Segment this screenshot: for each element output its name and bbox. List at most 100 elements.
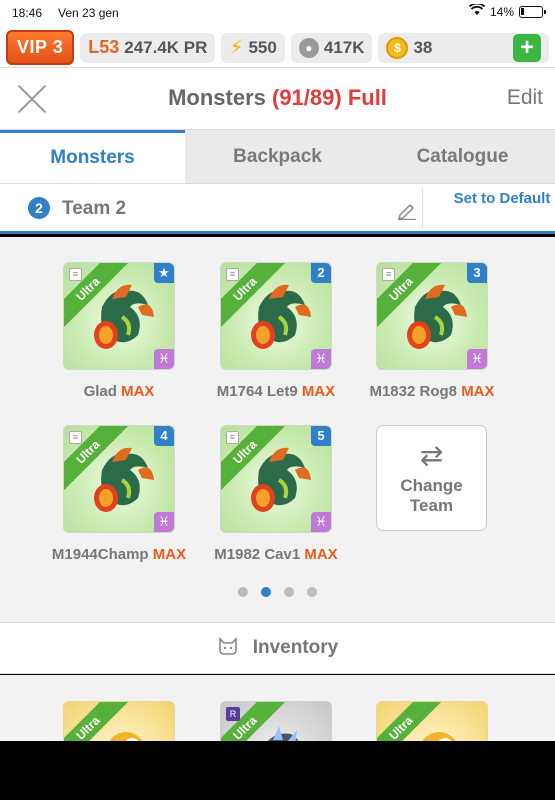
max-label: MAX — [301, 383, 336, 400]
tab-backpack[interactable]: Backpack — [185, 130, 370, 183]
cat-face-icon — [217, 636, 239, 661]
inventory-header: Inventory — [0, 622, 555, 674]
gold-coin-icon: $ — [386, 36, 409, 59]
dragon-monster-image — [82, 277, 162, 357]
energy-counter[interactable]: ⚡ 550 — [221, 32, 285, 63]
monster-name: M1832 Rog8 MAX — [347, 383, 517, 400]
info-icon: ≡ — [382, 268, 395, 281]
title-bar: Monsters (91/89) Full Edit — [0, 68, 555, 130]
team-name: Team 2 — [62, 198, 127, 219]
tab-monsters[interactable]: Monsters — [0, 130, 185, 183]
rare-badge: R — [226, 707, 240, 721]
player-stats[interactable]: L53 247.4K PR — [80, 32, 216, 63]
team-selector: 2 Team 2 Set to Default — [0, 184, 555, 234]
pisces-zodiac-icon: ♓ — [154, 349, 174, 369]
pencil-icon[interactable] — [396, 200, 418, 221]
monster-card[interactable]: ≡ Ultra 4 ♓ — [63, 425, 175, 533]
team-slot-1[interactable]: ≡ Ultra ★ ♓ Glad MAX — [63, 262, 175, 400]
change-team-button[interactable]: ⇄ Change Team — [376, 425, 487, 531]
vip-badge[interactable]: VIP 3 — [6, 30, 75, 65]
monster-card[interactable]: ≡ Ultra 2 ♓ — [220, 262, 332, 370]
monster-card[interactable]: ≡ Ultra 5 ♓ — [220, 425, 332, 533]
dragon-monster-image — [239, 277, 319, 357]
info-icon: ≡ — [226, 268, 239, 281]
status-right: 14% — [468, 2, 546, 19]
paw-icon: ● — [298, 37, 319, 58]
max-label: MAX — [152, 546, 187, 563]
tab-catalogue[interactable]: Catalogue — [370, 130, 555, 183]
page-dot-3[interactable] — [284, 587, 294, 597]
dragon-monster-image — [239, 440, 319, 520]
monster-card[interactable]: ≡ Ultra ★ ♓ — [63, 262, 175, 370]
swap-arrows-icon: ⇄ — [419, 440, 444, 471]
wifi-icon — [468, 2, 486, 19]
dragon-monster-image — [82, 440, 162, 520]
monster-name-text: Glad — [83, 383, 117, 400]
edit-button[interactable]: Edit — [507, 86, 543, 110]
monster-name: M1982 Cav1 MAX — [191, 546, 361, 563]
monster-name: M1944Champ MAX — [34, 546, 204, 563]
pisces-zodiac-icon: ♓ — [311, 349, 331, 369]
team-slot-5[interactable]: ≡ Ultra 5 ♓ M1982 Cav1 MAX — [214, 425, 338, 563]
monster-card[interactable]: R Ultra — [220, 701, 332, 741]
monster-name: M1764 Let9 MAX — [191, 383, 361, 400]
team-slot-3[interactable]: ≡ Ultra 3 ♓ M1832 Rog8 MAX — [369, 262, 495, 400]
page-dot-1[interactable] — [238, 587, 248, 597]
gold-counter[interactable]: $ 38 + — [378, 32, 549, 63]
monster-name-text: M1832 Rog8 — [369, 383, 458, 400]
resource-bar: VIP 3 L53 247.4K PR ⚡ 550 ● 417K $ 38 + — [0, 28, 555, 68]
team-slot-2[interactable]: ≡ Ultra 2 ♓ M1764 Let9 MAX — [217, 262, 335, 400]
dragon-monster-image — [395, 277, 475, 357]
inventory-item-2[interactable]: R Ultra — [220, 701, 332, 741]
food-value: 417K — [323, 37, 365, 57]
monster-name-text: M1982 Cav1 — [214, 546, 301, 563]
monster-name: Glad MAX — [34, 383, 204, 400]
inventory-label: Inventory — [252, 637, 339, 658]
player-level: L53 — [88, 37, 120, 57]
team-number-badge: 2 — [28, 197, 50, 219]
max-label: MAX — [121, 383, 155, 400]
divider — [422, 188, 423, 228]
page-title: Monsters (91/89) Full — [0, 85, 555, 111]
monster-name-text: M1764 Let9 — [216, 383, 298, 400]
gold-value: 38 — [413, 37, 433, 57]
pisces-zodiac-icon: ♓ — [467, 349, 487, 369]
inventory-item-1[interactable]: Ultra — [63, 701, 175, 741]
status-date: Ven 23 gen — [58, 6, 119, 20]
battery-percent: 14% — [489, 4, 514, 19]
bottom-bezel — [0, 741, 555, 800]
page-dot-4[interactable] — [307, 587, 317, 597]
info-icon: ≡ — [69, 431, 82, 444]
battery-icon — [519, 5, 546, 18]
tab-bar: Monsters Backpack Catalogue — [0, 130, 555, 184]
monster-name-text: M1944Champ — [51, 546, 149, 563]
add-gold-button[interactable]: + — [513, 33, 541, 62]
lightning-icon: ⚡ — [229, 37, 244, 59]
monster-card[interactable]: Ultra — [376, 701, 488, 741]
change-team-label: Change Team — [400, 476, 463, 515]
status-time: 18:46 — [12, 6, 43, 20]
bird-monster-image — [395, 716, 475, 741]
team-grid: ≡ Ultra ★ ♓ Glad MAX ≡ Ultra 2 ♓ M1764 L… — [0, 237, 555, 622]
set-to-default-button[interactable]: Set to Default — [440, 190, 555, 208]
food-counter[interactable]: ● 417K — [290, 32, 373, 63]
bird-monster-image — [82, 716, 162, 741]
pagination-dots — [0, 587, 555, 597]
page-title-text: Monsters — [168, 85, 266, 110]
monster-card[interactable]: ≡ Ultra 3 ♓ — [376, 262, 488, 370]
monster-card[interactable]: Ultra — [63, 701, 175, 741]
info-icon: ≡ — [69, 268, 82, 281]
page-dot-2[interactable] — [261, 587, 271, 597]
pisces-zodiac-icon: ♓ — [154, 512, 174, 532]
inventory-item-3[interactable]: Ultra — [376, 701, 488, 741]
max-label: MAX — [304, 546, 338, 563]
monster-count: (91/89) Full — [272, 85, 387, 110]
max-label: MAX — [461, 383, 495, 400]
info-icon: ≡ — [226, 431, 239, 444]
player-power: 247.4K PR — [124, 37, 208, 57]
inventory-grid: Ultra R Ultra Ultra — [0, 675, 555, 741]
team-slot-4[interactable]: ≡ Ultra 4 ♓ M1944Champ MAX — [52, 425, 186, 563]
pisces-zodiac-icon: ♓ — [311, 512, 331, 532]
status-bar: 18:46 Ven 23 gen 14% — [0, 0, 555, 28]
energy-value: 550 — [248, 37, 277, 57]
